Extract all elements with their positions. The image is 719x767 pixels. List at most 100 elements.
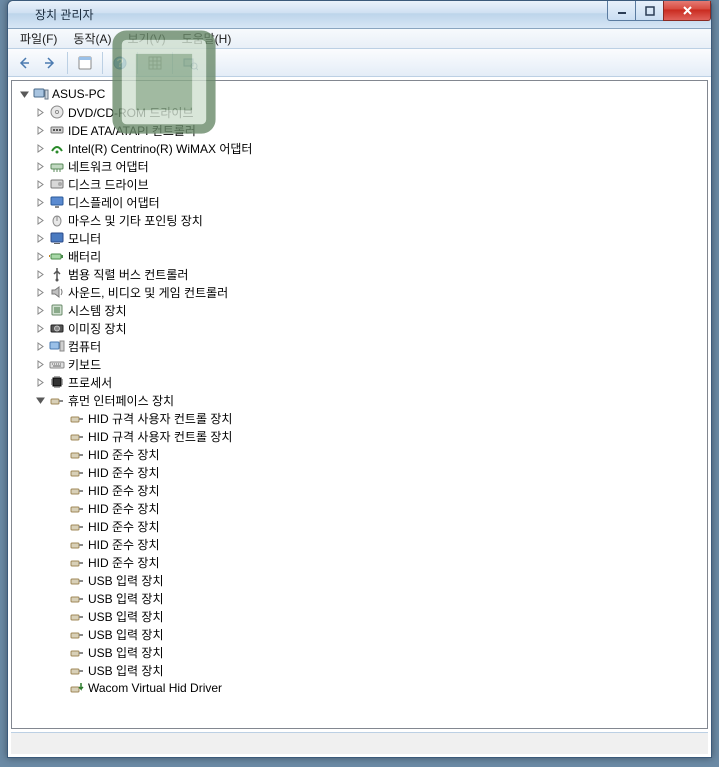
tree-category[interactable]: 시스템 장치 (12, 301, 707, 319)
tree-device-label: HID 준수 장치 (86, 518, 160, 535)
expander-icon[interactable] (32, 230, 48, 246)
tree-category-label: 디스크 드라이브 (66, 176, 149, 193)
tree-category[interactable]: 마우스 및 기타 포인팅 장치 (12, 211, 707, 229)
tree-device[interactable]: USB 입력 장치 (12, 661, 707, 679)
tree-category-label: 네트워크 어댑터 (66, 158, 149, 175)
tree-device[interactable]: HID 준수 장치 (12, 499, 707, 517)
expander-icon[interactable] (32, 320, 48, 336)
expander-icon[interactable] (32, 176, 48, 192)
close-button[interactable] (663, 1, 711, 21)
tree-category-label: 이미징 장치 (66, 320, 127, 337)
hid-icon (68, 482, 86, 498)
hid-icon (68, 500, 86, 516)
hid-dl-icon (68, 680, 86, 696)
tree-category[interactable]: 배터리 (12, 247, 707, 265)
tree-device[interactable]: HID 규격 사용자 컨트롤 장치 (12, 409, 707, 427)
tree-device[interactable]: Wacom Virtual Hid Driver (12, 679, 707, 697)
tree-category[interactable]: 휴먼 인터페이스 장치 (12, 391, 707, 409)
hid-icon (68, 446, 86, 462)
titlebar[interactable]: 장치 관리자 (8, 1, 711, 29)
imaging-icon (48, 320, 66, 336)
sound-icon (48, 284, 66, 300)
tree-device-label: HID 준수 장치 (86, 482, 160, 499)
mouse-icon (48, 212, 66, 228)
tree-device-label: HID 준수 장치 (86, 554, 160, 571)
tree-category-label: 마우스 및 기타 포인팅 장치 (66, 212, 203, 229)
tree-device[interactable]: USB 입력 장치 (12, 589, 707, 607)
expander-spacer (52, 410, 68, 426)
tree-device[interactable]: HID 규격 사용자 컨트롤 장치 (12, 427, 707, 445)
tree-device[interactable]: USB 입력 장치 (12, 571, 707, 589)
expander-icon[interactable] (32, 284, 48, 300)
tree-device-label: Wacom Virtual Hid Driver (86, 681, 222, 695)
tree-category-label: 디스플레이 어댑터 (66, 194, 160, 211)
window-controls (608, 1, 711, 21)
hid-icon (68, 518, 86, 534)
tree-category[interactable]: 네트워크 어댑터 (12, 157, 707, 175)
maximize-button[interactable] (635, 1, 664, 21)
tree-category[interactable]: 모니터 (12, 229, 707, 247)
hid-icon (68, 536, 86, 552)
tree-category[interactable]: 디스플레이 어댑터 (12, 193, 707, 211)
hid-icon (68, 464, 86, 480)
tree-category[interactable]: 사운드, 비디오 및 게임 컨트롤러 (12, 283, 707, 301)
tree-category-label: 시스템 장치 (66, 302, 127, 319)
tree-category[interactable]: 범용 직렬 버스 컨트롤러 (12, 265, 707, 283)
tree-device-label: USB 입력 장치 (86, 626, 164, 643)
tree-category-label: 키보드 (66, 356, 101, 373)
expander-icon[interactable] (32, 158, 48, 174)
expander-spacer (52, 608, 68, 624)
tree-category[interactable]: 프로세서 (12, 373, 707, 391)
expander-icon[interactable] (32, 248, 48, 264)
hid-icon (68, 644, 86, 660)
tree-device-label: USB 입력 장치 (86, 572, 164, 589)
tree-device[interactable]: USB 입력 장치 (12, 625, 707, 643)
hid-icon (68, 626, 86, 642)
tree-device-label: HID 준수 장치 (86, 536, 160, 553)
tree-device-label: USB 입력 장치 (86, 590, 164, 607)
tree-category-label: 사운드, 비디오 및 게임 컨트롤러 (66, 284, 228, 301)
hid-icon (68, 410, 86, 426)
expander-spacer (52, 464, 68, 480)
tree-category-label: 컴퓨터 (66, 338, 101, 355)
tree-device[interactable]: HID 준수 장치 (12, 553, 707, 571)
tree-device[interactable]: HID 준수 장치 (12, 481, 707, 499)
tree-category[interactable]: 디스크 드라이브 (12, 175, 707, 193)
tree-device[interactable]: USB 입력 장치 (12, 607, 707, 625)
tree-device-label: HID 준수 장치 (86, 500, 160, 517)
expander-spacer (52, 446, 68, 462)
tree-device-label: HID 규격 사용자 컨트롤 장치 (86, 428, 232, 445)
expander-icon[interactable] (32, 194, 48, 210)
tree-device-label: USB 입력 장치 (86, 644, 164, 661)
expander-icon[interactable] (32, 356, 48, 372)
expander-spacer (52, 662, 68, 678)
tree-category-label: 모니터 (66, 230, 101, 247)
expander-icon[interactable] (32, 392, 48, 408)
tree-device-label: USB 입력 장치 (86, 608, 164, 625)
expander-icon[interactable] (32, 338, 48, 354)
tree-device-label: HID 준수 장치 (86, 464, 160, 481)
display-icon (48, 194, 66, 210)
tree-category[interactable]: 컴퓨터 (12, 337, 707, 355)
tree-category[interactable]: 이미징 장치 (12, 319, 707, 337)
expander-icon[interactable] (32, 212, 48, 228)
tree-device[interactable]: HID 준수 장치 (12, 463, 707, 481)
tree-device-label: HID 규격 사용자 컨트롤 장치 (86, 410, 232, 427)
expander-icon[interactable] (32, 302, 48, 318)
expander-spacer (52, 644, 68, 660)
tree-category-label: 배터리 (66, 248, 101, 265)
tree-device-label: USB 입력 장치 (86, 662, 164, 679)
tree-category[interactable]: 키보드 (12, 355, 707, 373)
net-icon (48, 158, 66, 174)
tree-device[interactable]: HID 준수 장치 (12, 535, 707, 553)
device-tree[interactable]: ASUS-PCDVD/CD-ROM 드라이브IDE ATA/ATAPI 컨트롤러… (11, 80, 708, 729)
keyboard-icon (48, 356, 66, 372)
tree-device[interactable]: HID 준수 장치 (12, 445, 707, 463)
expander-spacer (52, 554, 68, 570)
tree-device[interactable]: USB 입력 장치 (12, 643, 707, 661)
expander-icon[interactable] (32, 374, 48, 390)
minimize-button[interactable] (607, 1, 636, 21)
tree-device[interactable]: HID 준수 장치 (12, 517, 707, 535)
hid-icon (68, 554, 86, 570)
expander-icon[interactable] (32, 266, 48, 282)
